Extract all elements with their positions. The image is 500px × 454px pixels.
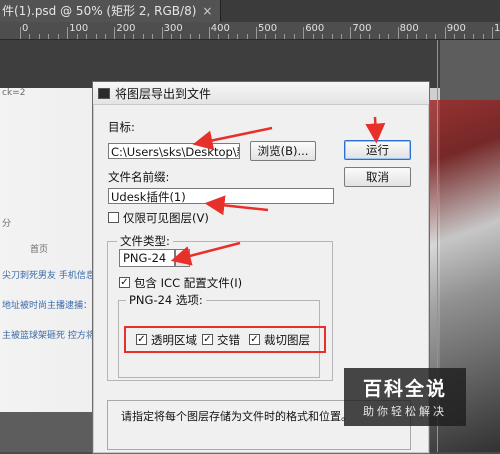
destination-input[interactable]: C:\Users\sks\Desktop\新建文 [108, 143, 240, 159]
ruler-minor-tick [133, 34, 135, 39]
ruler-minor-tick [227, 34, 229, 39]
watermark-subtitle: 助你轻松解决 [363, 405, 447, 418]
ruler-minor-tick [180, 34, 182, 39]
ruler-minor-tick [95, 34, 97, 39]
ruler-minor-tick [237, 34, 239, 39]
close-icon[interactable]: × [202, 4, 212, 18]
run-button[interactable]: 运行 [344, 140, 411, 160]
photoshop-app-icon [98, 88, 110, 99]
ruler-minor-tick [123, 34, 125, 39]
ruler-major-tick [20, 27, 21, 39]
ruler-minor-tick [38, 34, 40, 39]
ruler-minor-tick [435, 34, 437, 39]
ruler-minor-tick [246, 34, 248, 39]
horizontal-ruler: 0 100 200 300 400 500 600 700 800 900 1000 [0, 22, 500, 40]
bg-text-2: 分 [2, 219, 12, 229]
ruler-minor-tick [463, 34, 465, 39]
ruler-minor-tick [425, 34, 427, 39]
png-options-group-title: PNG-24 选项: [126, 292, 206, 308]
ruler-minor-tick [76, 34, 78, 39]
icc-label: 包含 ICC 配置文件(I) [134, 276, 243, 290]
ruler-minor-tick [218, 34, 220, 39]
ruler-minor-tick [142, 34, 144, 39]
prefix-label: 文件名前缀: [108, 170, 170, 184]
document-tab[interactable]: 件(1).psd @ 50% (矩形 2, RGB/8) × [0, 0, 222, 22]
ruler-minor-tick [104, 34, 106, 39]
ruler-minor-tick [274, 34, 276, 39]
ruler-major-tick [397, 27, 399, 39]
ruler-label: 500 [258, 23, 278, 34]
ruler-major-tick [114, 27, 116, 39]
ruler-minor-tick [48, 34, 50, 39]
ruler-major-tick [256, 27, 257, 39]
ruler-minor-tick [199, 34, 201, 39]
watermark-title: 百科全说 [362, 378, 447, 400]
ruler-minor-tick [265, 34, 267, 39]
ruler-minor-tick [416, 34, 418, 39]
browse-button[interactable]: 浏览(B)... [250, 141, 316, 161]
ruler-minor-tick [407, 34, 409, 39]
annotation-highlight-box [124, 326, 326, 353]
dialog-titlebar[interactable]: 将图层导出到文件 [93, 82, 429, 105]
ruler-label: 800 [399, 23, 419, 34]
ruler-minor-tick [86, 34, 88, 39]
ruler-label: 700 [352, 23, 372, 34]
ruler-minor-tick [171, 34, 173, 39]
ruler-label: 1000 [494, 23, 500, 34]
destination-label: 目标: [108, 120, 135, 134]
ruler-minor-tick [482, 34, 484, 39]
ruler-label: 100 [69, 23, 89, 34]
ruler-major-tick [303, 27, 305, 39]
ruler-minor-tick [378, 34, 380, 39]
ruler-major-tick [67, 27, 69, 39]
ruler-label: 300 [163, 23, 183, 34]
ruler-minor-tick [359, 34, 361, 39]
ruler-minor-tick [369, 34, 371, 39]
chevron-down-icon[interactable]: ▼ [175, 249, 190, 267]
ruler-major-tick [161, 27, 163, 39]
bg-text-1: ck=2 [2, 88, 26, 98]
ruler-minor-tick [57, 34, 59, 39]
ruler-label: 0 [22, 23, 29, 34]
ruler-minor-tick [473, 34, 475, 39]
ruler-minor-tick [388, 34, 390, 39]
watermark-logo: 百科全说 助你轻松解决 [344, 368, 466, 426]
ruler-minor-tick [340, 34, 342, 39]
document-tab-bar: 件(1).psd @ 50% (矩形 2, RGB/8) × [0, 0, 500, 23]
description-text: 请指定将每个图层存储为文件时的格式和位置。 [121, 410, 352, 423]
ruler-label: 400 [210, 23, 230, 34]
visible-only-checkbox[interactable] [108, 212, 119, 223]
ruler-major-tick [208, 27, 210, 39]
ruler-minor-tick [322, 34, 324, 39]
ruler-minor-tick [152, 34, 154, 39]
bg-text-3: 首页 [30, 245, 49, 255]
prefix-input[interactable]: Udesk插件(1) [108, 188, 334, 204]
visible-only-label: 仅限可见图层(V) [123, 211, 209, 225]
file-type-group-title: 文件类型: [117, 233, 173, 249]
ruler-label: 900 [446, 23, 466, 34]
ruler-minor-tick [454, 34, 456, 39]
ruler-label: 600 [305, 23, 325, 34]
cancel-button[interactable]: 取消 [344, 167, 411, 187]
ruler-minor-tick [331, 34, 333, 39]
ruler-minor-tick [284, 34, 286, 39]
ruler-major-tick [350, 27, 352, 39]
dialog-title: 将图层导出到文件 [115, 87, 212, 101]
ruler-minor-tick [189, 34, 191, 39]
ruler-major-tick [492, 27, 493, 39]
ruler-major-tick [444, 27, 446, 39]
document-tab-title: 件(1).psd @ 50% (矩形 2, RGB/8) [2, 4, 197, 18]
icc-checkbox[interactable]: ✓ [119, 277, 130, 288]
ruler-label: 200 [116, 23, 136, 34]
ruler-minor-tick [312, 34, 314, 39]
ruler-minor-tick [293, 34, 295, 39]
file-type-select[interactable]: PNG-24 [119, 249, 175, 267]
ruler-minor-tick [29, 34, 31, 39]
